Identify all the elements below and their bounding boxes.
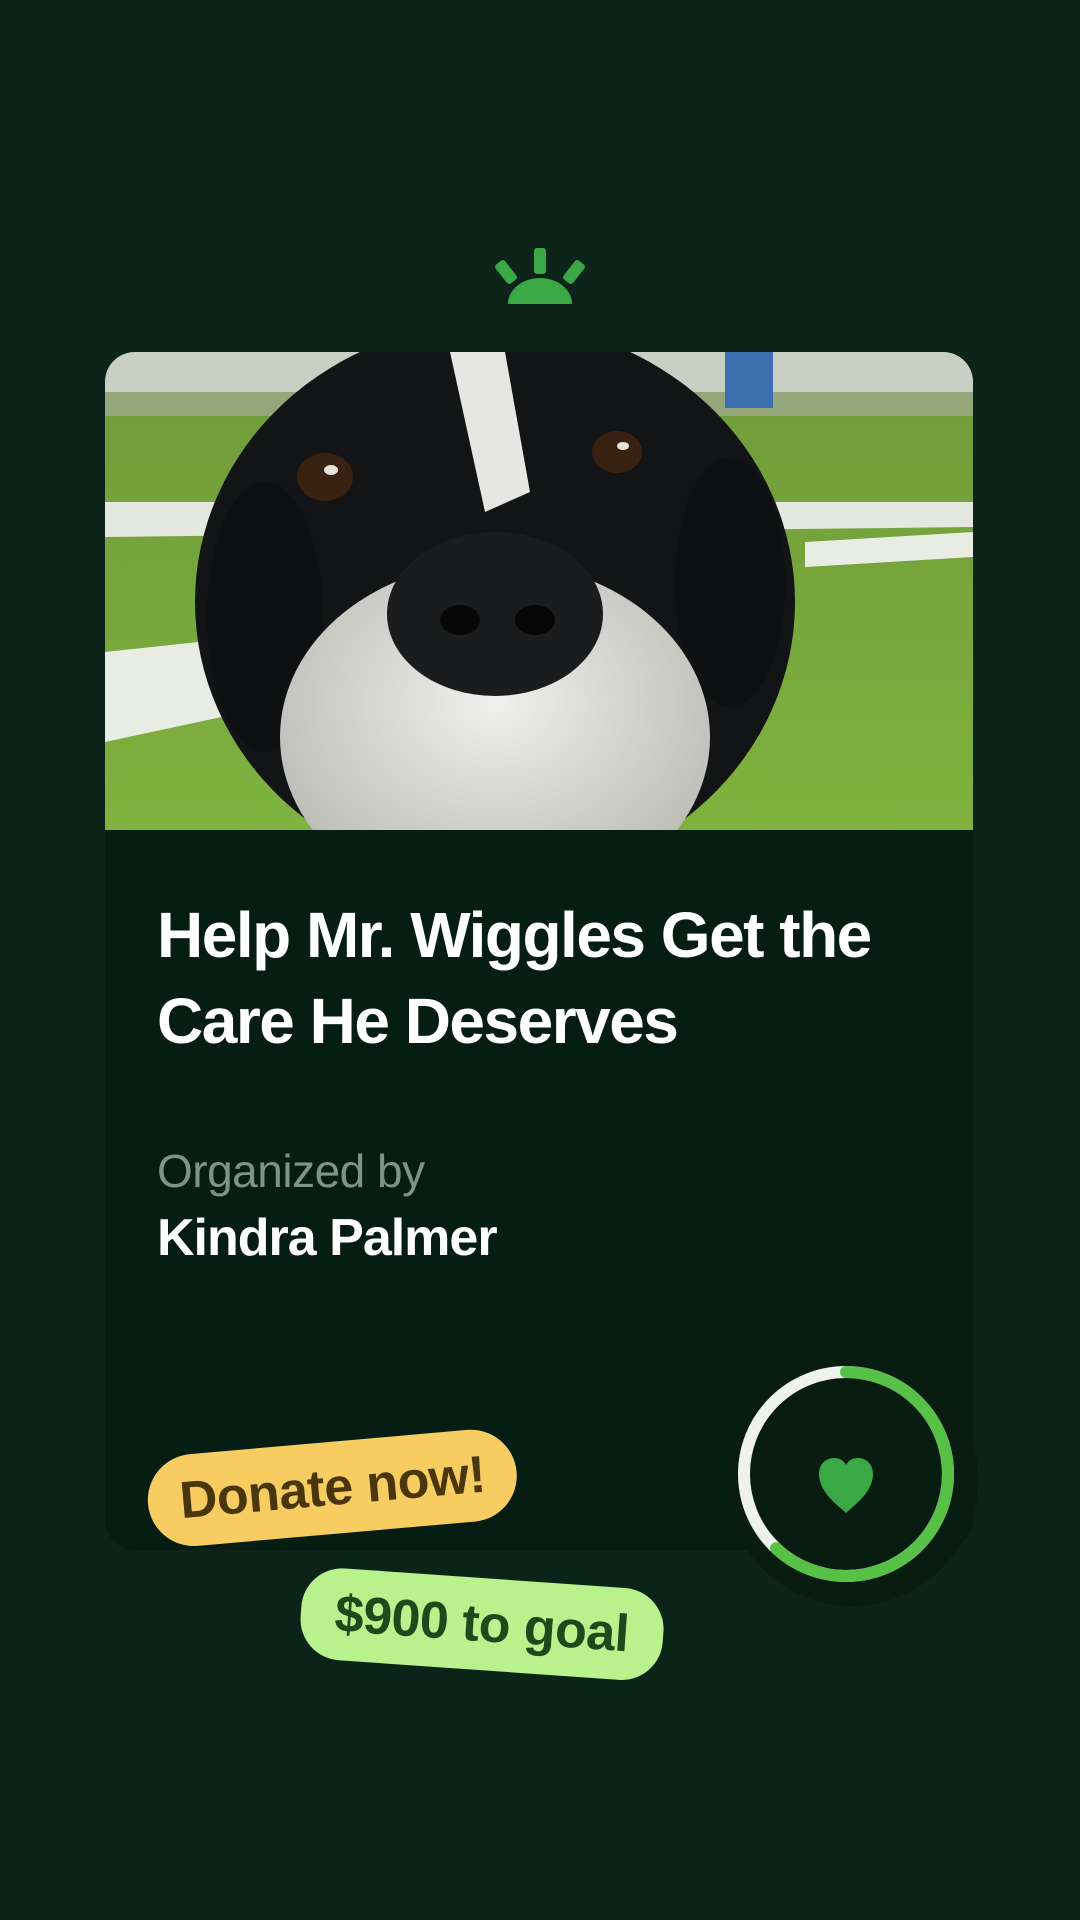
organizer-name[interactable]: Kindra Palmer xyxy=(157,1208,498,1268)
campaign-photo xyxy=(105,352,973,830)
organizer-label: Organized by xyxy=(157,1145,425,1197)
goal-remaining-badge: $900 to goal xyxy=(290,1558,674,1691)
progress-ring xyxy=(726,1354,978,1606)
campaign-title: Help Mr. Wiggles Get the Care He Deserve… xyxy=(157,899,872,1057)
sunrise-logo-icon xyxy=(495,248,585,304)
